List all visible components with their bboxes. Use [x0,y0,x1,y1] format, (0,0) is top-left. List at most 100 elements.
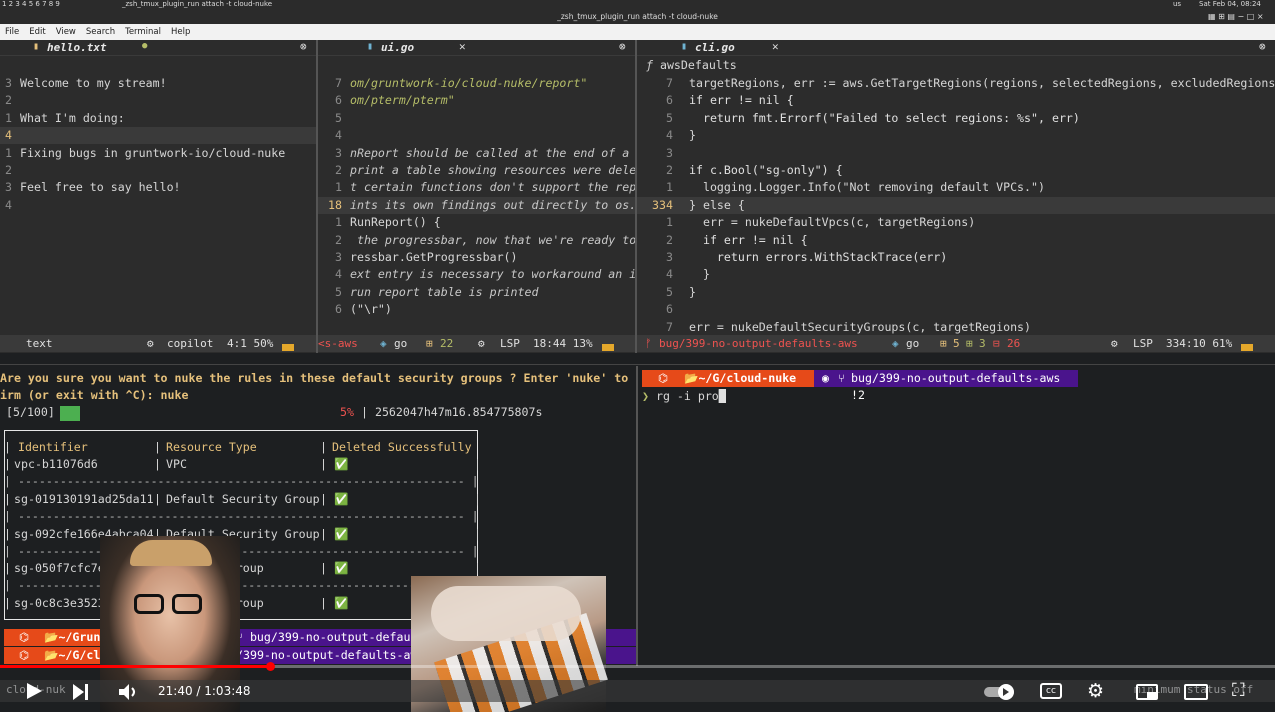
tab-cli[interactable]: ▮ cli.go ✕ ⊗ [637,40,1275,56]
code-line[interactable]: 1 Fixing bugs in gruntwork-io/cloud-nuke [0,145,316,162]
tab-hello[interactable]: ▮ hello.txt ● ⊗ [0,40,316,56]
line-number: 2 [666,163,673,177]
code-line[interactable]: 4} [637,127,1275,144]
code-line[interactable]: 1 logging.Logger.Info("Not removing defa… [637,179,1275,196]
status-line: text ⚙ copilot 4:1 50% [0,335,316,352]
glasses-left [134,594,164,614]
tab-close-icon[interactable]: ✕ [459,40,466,53]
pane-close-icon[interactable]: ⊗ [619,40,626,53]
tab-ui[interactable]: ▮ ui.go ✕ ⊗ [318,40,635,56]
code-line[interactable]: 7 targetRegions, err := aws.GetTargetRegi… [637,75,1275,92]
code-line[interactable]: 4 [0,197,316,214]
menu-search[interactable]: Search [81,24,120,37]
line-text: logging.Logger.Info("Not removing defaul… [689,180,1045,195]
terminal-right[interactable]: ⌬ 📂~/G/cloud-nuke ◉ ⑂ bug/399-no-output-… [638,366,1275,666]
cell-separator: | [4,561,11,576]
window-controls[interactable]: ▦ ⊞ ▤ − □ × [1208,12,1274,22]
scroll-indicator [602,344,614,351]
maximize-icon[interactable]: □ [1247,12,1255,21]
locale-indicator[interactable]: us [1173,0,1181,8]
cell-separator: | [154,491,161,506]
os-icon: ⌬ [642,370,684,387]
status-line: <s-aws ◈ go ⊞ 22 ⚙ LSP 18:44 13% [318,335,635,352]
code-line[interactable]: 3 return errors.WithStackTrace(err) [637,249,1275,266]
pane-close-icon[interactable]: ⊗ [1259,40,1266,53]
code-line[interactable]: 6 [637,301,1275,318]
code-line[interactable]: 4 ext entry is necessary to workaround an… [318,266,635,283]
captions-icon[interactable]: cc [1040,683,1062,699]
workspace-list[interactable]: 1 2 3 4 5 6 7 8 9 [2,0,60,8]
menu-edit[interactable]: Edit [24,24,50,37]
code-line[interactable]: 2 [0,92,316,109]
code-line[interactable]: 3 [637,145,1275,162]
code-line[interactable]: 334} else { [637,196,1275,214]
code-line[interactable]: 5 run report table is printed [318,284,635,301]
fullscreen-icon[interactable]: ⛶ [1232,680,1245,701]
code-line[interactable]: 3 Welcome to my stream! [0,75,316,92]
code-line[interactable]: 5 [318,110,635,127]
code-line[interactable]: 2 if err != nil { [637,232,1275,249]
line-number: 5 [666,284,673,299]
table-row: |sg-050f7cfc7e01c8|Security Group|✅| [4,560,481,577]
code-line[interactable]: 6 om/pterm/pterm" [318,92,635,109]
line-number: 6 [666,302,673,317]
tile-icon[interactable]: ▦ [1208,12,1216,21]
breadcrumb[interactable]: ƒ awsDefaults [646,58,737,72]
layout-icon[interactable]: ▤ [1227,12,1235,21]
miniplayer-icon[interactable] [1136,684,1158,700]
code-line[interactable]: 3 nReport should be called at the end of … [318,145,635,162]
code-line[interactable]: 18 ints its own findings out directly to … [318,196,635,214]
code-line[interactable]: 1 What I'm doing: [0,110,316,127]
menu-terminal[interactable]: Terminal [120,24,166,37]
volume-button[interactable] [117,682,139,702]
code-line[interactable]: 4 } [637,266,1275,283]
tab-close-icon[interactable]: ✕ [772,40,779,53]
cell-separator: | [474,457,481,471]
menu-help[interactable]: Help [166,24,195,37]
code-line[interactable]: 7 om/gruntwork-io/cloud-nuke/report" [318,75,635,92]
code-line[interactable]: 4 [0,127,316,145]
code-line[interactable]: 1 t certain functions don't support the r… [318,179,635,196]
line-number: 2 [335,232,342,247]
code-line[interactable]: 2 print a table showing resources were de… [318,162,635,179]
grid-icon[interactable]: ⊞ [1218,12,1225,21]
code-line[interactable]: 7 err = nukeDefaultSecurityGroups(c, targ… [637,319,1275,336]
close-icon[interactable]: × [1257,12,1264,21]
prompt-branch: bug/399-no-output-defaults-aws !2 [851,371,1061,402]
command-line[interactable]: ❯ rg -i pro█ [642,388,726,405]
line-number: 1 [666,215,673,230]
menu-view[interactable]: View [51,24,81,37]
code-line[interactable]: 5} [637,284,1275,301]
line-number: 2 [5,163,12,177]
table-row: | sg-092cfe166e4abca04 | Default Security G… [4,526,481,543]
autoplay-toggle[interactable] [984,684,1018,700]
filetype-label: text [26,337,53,350]
split-separator[interactable] [0,353,1275,365]
menu-file[interactable]: File [0,24,24,37]
code-line[interactable]: 3 ressbar.GetProgressbar() [318,249,635,266]
code-line[interactable]: 6 ("\r") [318,301,635,318]
code-line[interactable]: 1 RunReport() { [318,214,635,231]
line-text: return errors.WithStackTrace(err) [689,250,948,264]
code-line[interactable]: 3 Feel free to say hello! [0,179,316,196]
code-line[interactable]: 2 if c.Bool("sg-only") { [637,162,1275,179]
video-progress-fill [0,665,269,668]
code-line[interactable]: 4 [318,127,635,144]
code-line[interactable]: 2 the progressbar, now that we're ready … [318,232,635,249]
play-button[interactable] [24,681,44,701]
line-number: 3 [335,145,342,160]
scrubber-handle[interactable] [266,662,275,671]
tab-close-icon[interactable]: ⊗ [300,40,307,53]
go-file-icon: ▮ [681,41,688,52]
code-line[interactable]: 5 return fmt.Errorf("Failed to select re… [637,110,1275,127]
theater-mode-icon[interactable] [1184,684,1208,700]
line-text: } [689,267,710,282]
cursor: █ [718,389,726,403]
code-line[interactable]: 6 if err != nil { [637,92,1275,109]
line-text: the progressbar, now that we're ready to [350,232,635,247]
code-line[interactable]: 2 [0,162,316,179]
settings-icon[interactable]: ⚙ [1087,680,1104,702]
next-button[interactable] [70,682,90,702]
code-line[interactable]: 1 err = nukeDefaultVpcs(c, targetRegions… [637,214,1275,231]
minimize-icon[interactable]: − [1237,12,1244,21]
